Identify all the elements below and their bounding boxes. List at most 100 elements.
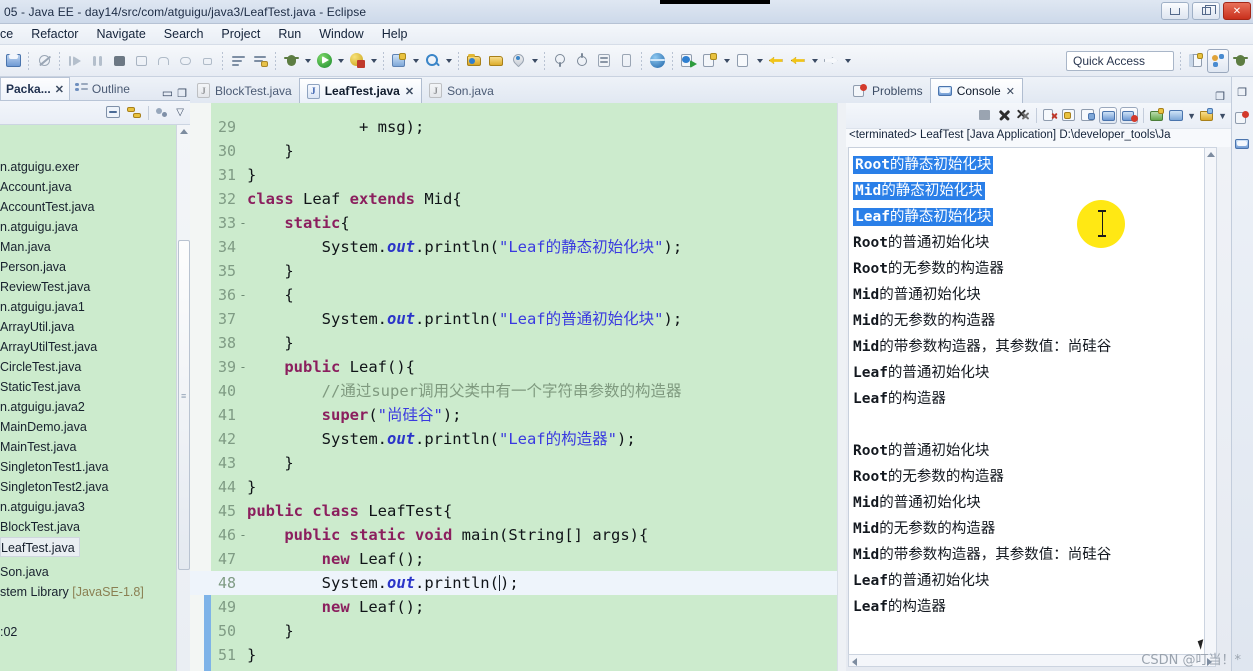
step-back-icon[interactable] [174,49,196,73]
step-return-icon[interactable] [152,49,174,73]
console-dropdown-icon[interactable]: ▼ [1187,111,1196,121]
tree-item[interactable]: ArrayUtilTest.java [0,337,176,357]
code-line[interactable]: 48 System.out.println(); [190,571,837,595]
display-selected-console-icon[interactable] [1120,107,1139,124]
back-dropdown-icon[interactable] [809,49,820,73]
maximize-button[interactable] [1192,2,1220,20]
restore-icon[interactable]: ❐ [1215,90,1231,103]
fold-toggle-icon[interactable]: - [239,211,247,235]
code-line[interactable]: 47 new Leaf(); [190,547,837,571]
open-browser-icon[interactable] [646,49,668,73]
open-type-icon[interactable] [463,49,485,73]
tree-item[interactable]: Son.java [0,562,176,582]
tree-item[interactable]: StaticTest.java [0,377,176,397]
view-menu-icon[interactable]: ▼ [1218,111,1227,121]
collapse-all-icon[interactable] [106,105,121,120]
stop-icon[interactable] [108,49,130,73]
code-editor[interactable]: 29 + msg); 30 } 31} 32 class Leaf extends Mi… [190,103,846,671]
tree-item[interactable]: n.atguigu.java [0,217,176,237]
problems-view-icon[interactable] [1232,107,1252,129]
tree-item[interactable]: SingletonTest1.java [0,457,176,477]
code-line[interactable]: 38 } [190,331,837,355]
forward-back-icon[interactable] [787,49,809,73]
package-explorer-tree[interactable]: n.atguigu.exer Account.java AccountTest.ja… [0,125,176,671]
disconnect-icon[interactable] [130,49,152,73]
tree-item[interactable]: n.atguigu.java2 [0,397,176,417]
code-line[interactable]: 33- static{ [190,211,837,235]
code-line[interactable]: 31} [190,163,837,187]
coverage-icon[interactable] [346,49,368,73]
new-package-dropdown-icon[interactable] [721,49,732,73]
run-last-tool-icon[interactable] [249,49,271,73]
console-vertical-scrollbar[interactable] [1204,147,1217,659]
tree-item[interactable]: MainTest.java [0,437,176,457]
menu-item-help[interactable]: Help [373,24,417,44]
clear-console-icon[interactable] [1042,107,1058,124]
tab-problems[interactable]: Problems [846,78,930,103]
new-console-view-icon[interactable] [1168,107,1184,124]
tree-item[interactable]: ReviewTest.java [0,277,176,297]
forward-dropdown-icon[interactable] [842,49,853,73]
code-line[interactable]: 40 //通过super调用父类中有一个字符串参数的构造器 [190,379,837,403]
code-line[interactable]: 42 System.out.println("Leaf的构造器"); [190,427,837,451]
code-line[interactable]: 35 } [190,259,837,283]
step-into-icon[interactable] [64,49,86,73]
tree-item[interactable]: LeafTest.java [0,537,80,557]
new-project-dropdown-icon[interactable] [410,49,421,73]
code-line[interactable]: 50 } [190,619,837,643]
code-line[interactable]: 49 new Leaf(); [190,595,837,619]
tab-package-explorer[interactable]: Packa... ✕ [0,77,70,100]
save-icon[interactable] [2,49,24,73]
menu-item-run[interactable]: Run [269,24,310,44]
tree-item[interactable]: n.atguigu.java1 [0,297,176,317]
tab-console[interactable]: Console ✕ [929,78,1023,103]
link-with-editor-icon[interactable] [127,105,142,120]
code-line[interactable] [190,103,837,115]
back-icon[interactable] [765,49,787,73]
view-menu-icon[interactable]: ▽ [176,107,184,118]
pin-console-icon[interactable] [1099,107,1118,124]
new-package-icon[interactable] [699,49,721,73]
new-file-icon[interactable] [732,49,754,73]
tree-item[interactable]: MainDemo.java [0,417,176,437]
debug-dropdown-icon[interactable] [302,49,313,73]
tab-outline[interactable]: Outline [70,77,135,100]
code-line[interactable]: 34 System.out.println("Leaf的静态初始化块"); [190,235,837,259]
search-icon[interactable] [421,49,443,73]
close-icon[interactable]: ✕ [1006,85,1015,98]
maximize-icon[interactable]: ❐ [177,87,187,100]
toggle-mark-occurrences-icon[interactable] [593,49,615,73]
fold-toggle-icon[interactable]: - [239,355,247,379]
tree-item[interactable]: Account.java [0,177,176,197]
editor-overview-ruler[interactable] [837,103,846,671]
tree-item[interactable] [0,602,176,622]
tree-item[interactable]: n.atguigu.java3 [0,497,176,517]
console-output[interactable]: Root的静态初始化块 Mid的静态初始化块 Leaf的静态初始化块 Root的普通初… [848,147,1216,659]
tree-item[interactable]: Person.java [0,257,176,277]
debug-disabled-icon[interactable] [33,49,55,73]
menu-item-refactor[interactable]: Refactor [22,24,87,44]
java-perspective-icon[interactable] [1229,49,1251,73]
run-icon[interactable] [313,49,335,73]
tree-item[interactable]: SingletonTest2.java [0,477,176,497]
debug-icon[interactable] [280,49,302,73]
code-line[interactable]: 37 System.out.println("Leaf的普通初始化块"); [190,307,837,331]
scroll-lock-icon[interactable] [1061,107,1077,124]
new-file-dropdown-icon[interactable] [754,49,765,73]
scroll-left-icon[interactable] [852,658,857,666]
open-console-icon[interactable] [1149,107,1165,124]
new-java-project-icon[interactable] [388,49,410,73]
terminate-icon[interactable] [977,107,993,124]
coverage-dropdown-icon[interactable] [368,49,379,73]
code-line[interactable]: 51} [190,643,837,667]
tree-item[interactable]: CircleTest.java [0,357,176,377]
tab-son-java[interactable]: J Son.java [422,78,501,103]
close-icon[interactable]: ✕ [405,85,414,98]
code-line[interactable]: 36- { [190,283,837,307]
next-annotation-icon[interactable] [549,49,571,73]
view-filter-icon[interactable] [155,105,170,120]
close-button[interactable]: ✕ [1223,2,1251,20]
package-explorer-scrollbar[interactable] [176,125,190,671]
open-folder-icon[interactable] [485,49,507,73]
search-dropdown-icon[interactable] [443,49,454,73]
